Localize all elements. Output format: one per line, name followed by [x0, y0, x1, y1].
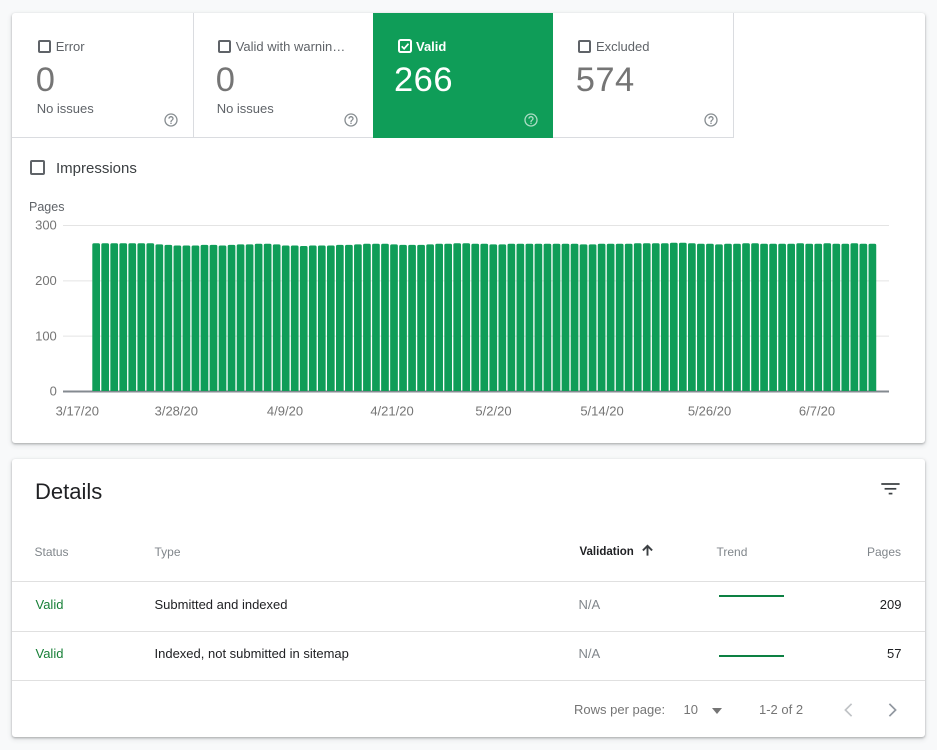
- svg-text:3/17/20: 3/17/20: [56, 403, 99, 418]
- svg-text:4/9/20: 4/9/20: [267, 403, 303, 418]
- svg-text:5/2/20: 5/2/20: [475, 403, 511, 418]
- svg-text:200: 200: [35, 272, 57, 287]
- svg-text:300: 300: [35, 217, 57, 232]
- svg-text:5/14/20: 5/14/20: [580, 403, 623, 418]
- svg-text:4/21/20: 4/21/20: [370, 403, 413, 418]
- svg-text:3/28/20: 3/28/20: [155, 403, 198, 418]
- svg-text:0: 0: [50, 383, 57, 398]
- svg-text:100: 100: [35, 328, 57, 343]
- svg-text:5/26/20: 5/26/20: [688, 403, 731, 418]
- svg-text:6/7/20: 6/7/20: [799, 403, 835, 418]
